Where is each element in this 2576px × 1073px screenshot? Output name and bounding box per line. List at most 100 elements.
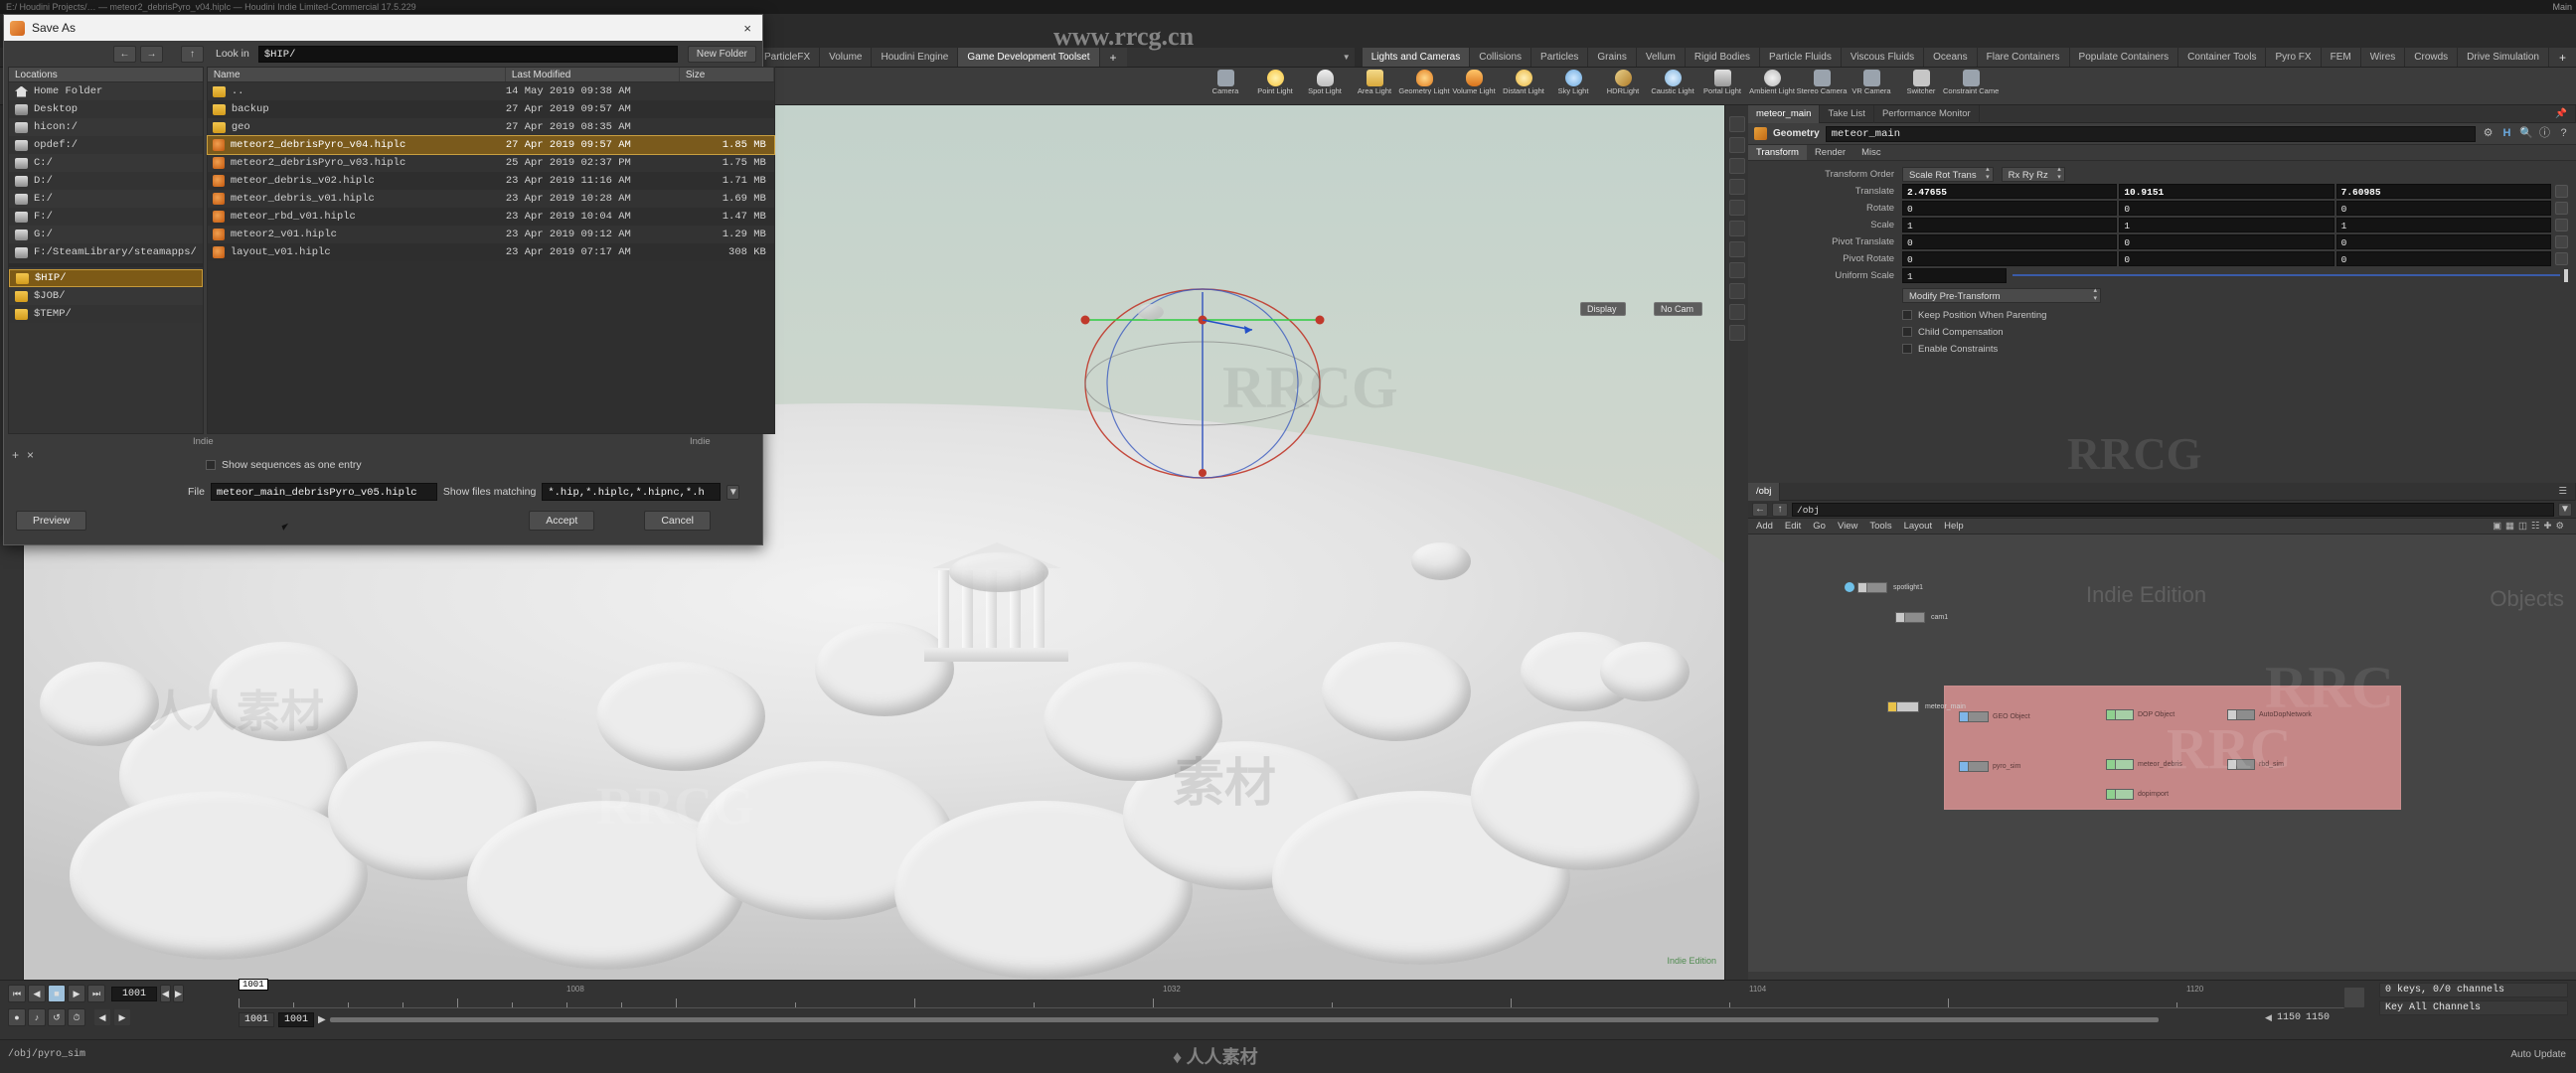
- viewport-display-options-button[interactable]: Display: [1580, 302, 1626, 316]
- shelf-tool-portal-light[interactable]: Portal Light: [1697, 68, 1747, 105]
- cancel-button[interactable]: Cancel: [644, 511, 711, 531]
- tab-take-list[interactable]: Take List: [1820, 105, 1874, 123]
- lighting-icon[interactable]: [1729, 283, 1745, 299]
- location-item-opdef[interactable]: opdef:/: [9, 136, 203, 154]
- shelf-tool-ambient-light[interactable]: Ambient Light: [1747, 68, 1797, 105]
- table-row[interactable]: meteor2_debrisPyro_v04.hiplc 27 Apr 2019…: [208, 136, 774, 154]
- playhead[interactable]: 1001: [239, 979, 268, 991]
- rotate-z-field[interactable]: 0: [2336, 201, 2551, 216]
- shelf-tab-collisions[interactable]: Collisions: [1470, 48, 1531, 67]
- pivot-translate-x-field[interactable]: 0: [1902, 234, 2117, 249]
- chevron-down-icon[interactable]: ▼: [2558, 503, 2572, 517]
- info-icon[interactable]: ⓘ: [2538, 127, 2551, 140]
- network-menu-help[interactable]: Help: [1944, 521, 1964, 532]
- shelf-tool-sky-light[interactable]: Sky Light: [1548, 68, 1598, 105]
- ptab-transform[interactable]: Transform: [1748, 145, 1807, 160]
- shaded-icon[interactable]: [1729, 262, 1745, 278]
- locations-list[interactable]: Home Folder Desktop hicon:/ opdef:/ C:/: [9, 82, 203, 433]
- uniform-scale-field[interactable]: 1: [1902, 268, 2007, 283]
- network-menu-view[interactable]: View: [1838, 521, 1857, 532]
- shelf-tab-vellum[interactable]: Vellum: [1637, 48, 1686, 67]
- node-name-field[interactable]: meteor_main: [1826, 126, 2476, 142]
- node-flag[interactable]: [2228, 760, 2237, 769]
- tab-performance-monitor[interactable]: Performance Monitor: [1874, 105, 1980, 123]
- shelf-tab-crowds[interactable]: Crowds: [2405, 48, 2458, 67]
- shelf-tool-switcher[interactable]: Switcher: [1896, 68, 1946, 105]
- range-end-button[interactable]: ▶: [113, 1008, 131, 1026]
- location-item-steamlibrary[interactable]: F:/SteamLibrary/steamapps/: [9, 243, 203, 261]
- translate-x-field[interactable]: 2.47655: [1902, 184, 2117, 199]
- object-mode-icon[interactable]: [1729, 116, 1745, 132]
- shelf-tab-volume[interactable]: Volume: [820, 48, 872, 67]
- translate-z-field[interactable]: 7.60985: [2336, 184, 2551, 199]
- gear-icon[interactable]: ⚙: [2482, 127, 2495, 140]
- chevron-down-icon[interactable]: ▼: [726, 485, 739, 500]
- help-icon[interactable]: ?: [2557, 127, 2570, 140]
- play-stop-button[interactable]: ■: [48, 985, 66, 1002]
- look-in-field[interactable]: $HIP/: [258, 46, 678, 63]
- network-back-button[interactable]: ←: [1752, 503, 1768, 517]
- houdini-help-icon[interactable]: H: [2500, 127, 2513, 140]
- location-item-g[interactable]: G:/: [9, 226, 203, 243]
- table-row[interactable]: backup 27 Apr 2019 09:57 AM: [208, 100, 774, 118]
- shelf-tab-populate-containers[interactable]: Populate Containers: [2070, 48, 2179, 67]
- table-row[interactable]: geo 27 Apr 2019 08:35 AM: [208, 118, 774, 136]
- loop-icon[interactable]: ↺: [48, 1008, 66, 1026]
- location-item-e[interactable]: E:/: [9, 190, 203, 208]
- file-name-input[interactable]: meteor_main_debrisPyro_v05.hiplc: [211, 483, 437, 501]
- shelf-tab-particlefx[interactable]: ParticleFX: [755, 48, 820, 67]
- node-autodopnetwork[interactable]: [2227, 709, 2255, 720]
- show-sequences-checkbox[interactable]: [206, 460, 216, 470]
- audio-icon[interactable]: ♪: [28, 1008, 46, 1026]
- shelf-tool-volume-light[interactable]: Volume Light: [1449, 68, 1499, 105]
- table-row[interactable]: meteor_rbd_v01.hiplc 23 Apr 2019 10:04 A…: [208, 208, 774, 226]
- network-path-field[interactable]: /obj: [1792, 503, 2554, 517]
- shelf-tool-stereo-camera[interactable]: Stereo Camera: [1797, 68, 1847, 105]
- column-header-name[interactable]: Name: [208, 68, 506, 81]
- bookmark-item-hip[interactable]: $HIP/: [9, 269, 203, 287]
- table-row[interactable]: meteor_debris_v01.hiplc 23 Apr 2019 10:2…: [208, 190, 774, 208]
- pivot-rotate-x-field[interactable]: 0: [1902, 251, 2117, 266]
- pivot-rotate-z-field[interactable]: 0: [2336, 251, 2551, 266]
- key-frame-icon[interactable]: [2343, 987, 2365, 1008]
- accept-button[interactable]: Accept: [529, 511, 594, 531]
- network-menu-bar[interactable]: Add Edit Go View Tools Layout Help ▣▦◫☷✚…: [1748, 519, 2576, 535]
- shelf-tool-camera[interactable]: Camera: [1201, 68, 1250, 105]
- range-start-button[interactable]: ◀: [93, 1008, 111, 1026]
- timeline-range-row[interactable]: 1001 1001 ▶: [239, 1012, 2159, 1027]
- scale-x-field[interactable]: 1: [1902, 218, 2117, 232]
- new-folder-button[interactable]: New Folder: [688, 46, 756, 63]
- shelf-tab-particle-fluids[interactable]: Particle Fluids: [1760, 48, 1842, 67]
- jump-end-button[interactable]: ⏭: [87, 985, 105, 1002]
- node-flag[interactable]: [2228, 710, 2237, 719]
- parameter-tabs[interactable]: Transform Render Misc: [1748, 145, 2576, 161]
- bookmark-item-temp[interactable]: $TEMP/: [9, 305, 203, 323]
- close-icon[interactable]: ×: [738, 21, 756, 36]
- forward-button[interactable]: →: [140, 46, 163, 63]
- range-start-field[interactable]: 1001: [239, 1012, 274, 1027]
- column-header-size[interactable]: Size: [680, 68, 774, 81]
- node-dopimport[interactable]: [2106, 789, 2134, 800]
- pivot-rotate-y-field[interactable]: 0: [2119, 251, 2334, 266]
- translate-y-field[interactable]: 10.9151: [2119, 184, 2334, 199]
- back-button[interactable]: ←: [113, 46, 136, 63]
- shelf-tab-lights-and-cameras[interactable]: Lights and Cameras: [1363, 48, 1471, 67]
- node-pyro-sim[interactable]: [1959, 761, 1989, 772]
- shelf-tab-flare-containers[interactable]: Flare Containers: [1978, 48, 2070, 67]
- translate-handle-icon[interactable]: [2555, 185, 2568, 198]
- grid-icon[interactable]: [1729, 304, 1745, 320]
- playback-mode-row[interactable]: ● ♪ ↺ ⏱ ◀ ▶: [8, 1008, 133, 1026]
- rotation-order-menu[interactable]: Rx Ry Rz: [2002, 167, 2065, 182]
- pivot-translate-handle-icon[interactable]: [2555, 235, 2568, 248]
- shelf-tool-geometry-light[interactable]: Geometry Light: [1399, 68, 1449, 105]
- file-column-headers[interactable]: Name Last Modified Size: [208, 68, 774, 82]
- shelf-tab-viscous-fluids[interactable]: Viscous Fluids: [1842, 48, 1924, 67]
- network-menu-add[interactable]: Add: [1756, 521, 1773, 532]
- shelf-tool-spot-light[interactable]: Spot Light: [1300, 68, 1350, 105]
- shelf-tab-grains[interactable]: Grains: [1588, 48, 1636, 67]
- play-button[interactable]: ▶: [68, 985, 85, 1002]
- edge-mode-icon[interactable]: [1729, 158, 1745, 174]
- rotate-y-field[interactable]: 0: [2119, 201, 2334, 216]
- shelf-tab-drive-simulation[interactable]: Drive Simulation: [2458, 48, 2549, 67]
- network-panel-tabrow[interactable]: /obj ☰: [1748, 483, 2576, 501]
